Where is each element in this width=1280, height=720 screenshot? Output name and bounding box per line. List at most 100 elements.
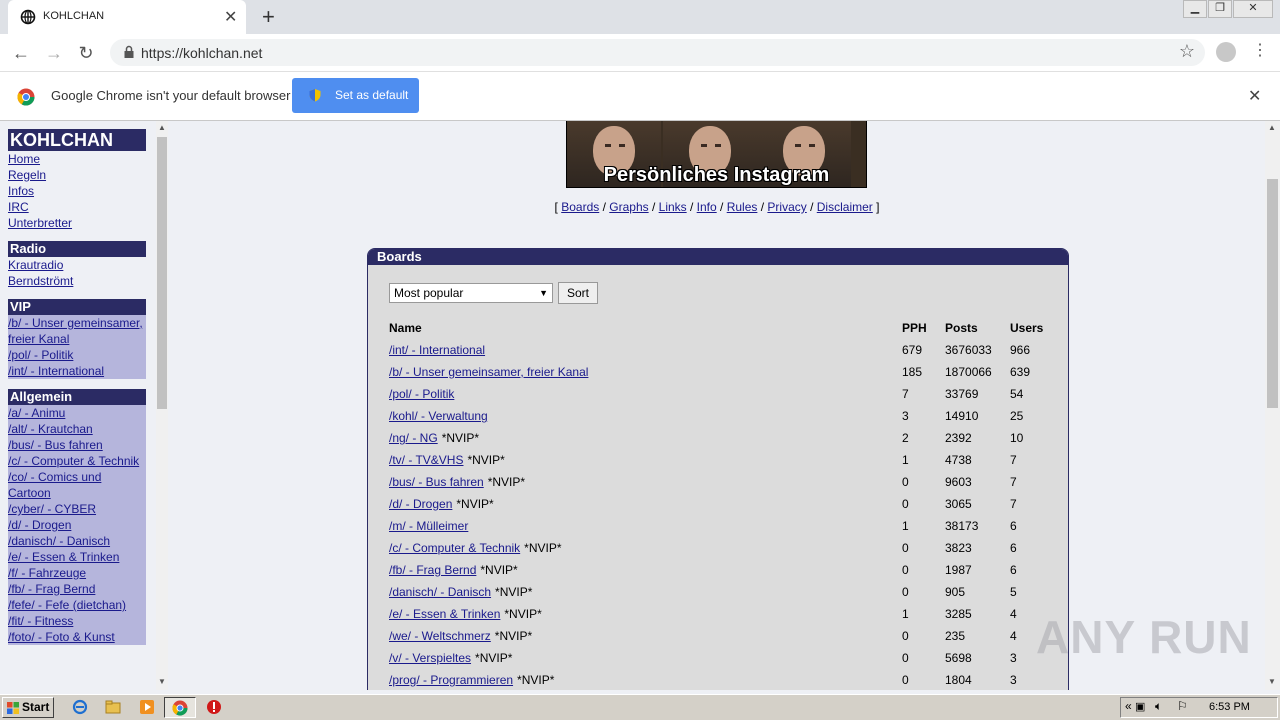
nav-link-boards[interactable]: Boards	[561, 200, 599, 214]
board-pph-cell: 0	[902, 585, 909, 599]
board-posts-cell: 235	[945, 629, 966, 643]
scroll-up-arrow-icon[interactable]: ▲	[158, 123, 166, 132]
sidebar-link[interactable]: /bus/ - Bus fahren	[8, 437, 146, 453]
tray-expand-icon[interactable]: «	[1125, 699, 1132, 713]
system-tray: « ▣ 🔈︎ ⚐ 6:53 PM	[1120, 697, 1278, 718]
sidebar-scroll-thumb[interactable]	[157, 137, 167, 409]
chrome-taskbar-button[interactable]	[164, 697, 196, 718]
board-link[interactable]: /int/ - International	[389, 343, 485, 357]
close-infobar-icon[interactable]: ✕	[1248, 86, 1261, 106]
sidebar-link[interactable]: /pol/ - Politik	[8, 347, 146, 363]
minimize-window-icon[interactable]: ▁	[1183, 0, 1207, 18]
page-scroll-thumb[interactable]	[1267, 179, 1278, 408]
start-button[interactable]: Start	[2, 697, 54, 718]
sidebar-link[interactable]: /b/ - Unser gemeinsamer, freier Kanal	[8, 315, 146, 347]
close-window-icon[interactable]: ✕	[1233, 0, 1273, 18]
board-link[interactable]: /b/ - Unser gemeinsamer, freier Kanal	[389, 365, 588, 379]
nav-link-rules[interactable]: Rules	[727, 200, 758, 214]
banner-image[interactable]: Persönliches Instagram	[566, 121, 867, 188]
sort-order-select[interactable]: Most popular ▼	[389, 283, 553, 303]
restore-window-icon[interactable]: ❐	[1208, 0, 1232, 18]
sidebar-link[interactable]: /c/ - Computer & Technik	[8, 453, 146, 469]
board-pph-cell: 0	[902, 475, 909, 489]
sidebar-link[interactable]: Infos	[8, 183, 146, 199]
sidebar-link[interactable]: /fefe/ - Fefe (dietchan)	[8, 597, 146, 613]
board-link[interactable]: /we/ - Weltschmerz	[389, 629, 491, 643]
sidebar-link[interactable]: Regeln	[8, 167, 146, 183]
board-link[interactable]: /fb/ - Frag Bernd	[389, 563, 476, 577]
sidebar-link[interactable]: /fb/ - Frag Bernd	[8, 581, 146, 597]
new-tab-icon[interactable]: +	[262, 4, 275, 30]
reload-icon[interactable]: ↻	[75, 42, 97, 64]
action-center-flag-icon[interactable]: ⚐	[1177, 699, 1188, 713]
board-link[interactable]: /e/ - Essen & Trinken	[389, 607, 500, 621]
board-link[interactable]: /bus/ - Bus fahren	[389, 475, 484, 489]
sidebar-link[interactable]: /int/ - International	[8, 363, 146, 379]
internet-explorer-icon[interactable]	[72, 699, 88, 715]
board-link[interactable]: /v/ - Verspieltes	[389, 651, 471, 665]
board-link[interactable]: /c/ - Computer & Technik	[389, 541, 520, 555]
sidebar-link[interactable]: Unterbretter	[8, 215, 146, 231]
board-link[interactable]: /pol/ - Politik	[389, 387, 454, 401]
browser-tab[interactable]: KOHLCHAN ✕	[8, 0, 246, 34]
sidebar-scrollbar[interactable]: ▲ ▼	[156, 121, 168, 690]
board-posts-cell: 9603	[945, 475, 972, 489]
board-link[interactable]: /prog/ - Programmieren	[389, 673, 513, 687]
board-link[interactable]: /danisch/ - Danisch	[389, 585, 491, 599]
sidebar-link[interactable]: /f/ - Fahrzeuge	[8, 565, 146, 581]
board-pph-cell: 0	[902, 651, 909, 665]
uac-shield-icon	[309, 89, 321, 102]
nav-link-graphs[interactable]: Graphs	[609, 200, 648, 214]
nav-link-privacy[interactable]: Privacy	[767, 200, 806, 214]
close-tab-icon[interactable]: ✕	[224, 7, 237, 27]
sidebar-link[interactable]: /co/ - Comics und Cartoon	[8, 469, 146, 501]
scroll-down-arrow-icon[interactable]: ▼	[158, 677, 166, 686]
sidebar-link[interactable]: /danisch/ - Danisch	[8, 533, 146, 549]
page-scrollbar[interactable]: ▲ ▼	[1265, 121, 1280, 690]
board-posts-cell: 5698	[945, 651, 972, 665]
sidebar-link[interactable]: Home	[8, 151, 146, 167]
nav-link-links[interactable]: Links	[659, 200, 687, 214]
sidebar-link[interactable]: /a/ - Animu	[8, 405, 146, 421]
board-link[interactable]: /d/ - Drogen	[389, 497, 452, 511]
board-link[interactable]: /m/ - Mülleimer	[389, 519, 468, 533]
profile-avatar-icon[interactable]	[1216, 42, 1236, 62]
sidebar-link[interactable]: Krautradio	[8, 257, 146, 273]
address-bar[interactable]: https://kohlchan.net ☆	[110, 39, 1205, 66]
board-link[interactable]: /kohl/ - Verwaltung	[389, 409, 488, 423]
volume-icon[interactable]: 🔈︎	[1155, 699, 1162, 714]
set-as-default-button[interactable]: Set as default	[292, 78, 419, 113]
board-users-cell: 6	[1010, 541, 1017, 555]
media-player-icon[interactable]	[139, 699, 155, 715]
board-tag: *NVIP*	[494, 629, 533, 643]
table-row: /prog/ - Programmieren *NVIP* 0 1804 3	[389, 669, 1050, 690]
board-link[interactable]: /ng/ - NG	[389, 431, 438, 445]
stop-sign-icon[interactable]	[206, 699, 222, 715]
sidebar-link[interactable]: /fit/ - Fitness	[8, 613, 146, 629]
windows-taskbar: Start « ▣ 🔈︎ ⚐ 6:53 PM	[0, 694, 1280, 720]
sidebar-link[interactable]: /d/ - Drogen	[8, 517, 146, 533]
sidebar-link[interactable]: /alt/ - Krautchan	[8, 421, 146, 437]
scroll-up-arrow-icon[interactable]: ▲	[1268, 123, 1276, 132]
board-users-cell: 7	[1010, 453, 1017, 467]
scroll-down-arrow-icon[interactable]: ▼	[1268, 677, 1276, 686]
bookmark-star-icon[interactable]: ☆	[1179, 41, 1195, 62]
folder-icon[interactable]	[105, 699, 121, 715]
sidebar-link[interactable]: IRC	[8, 199, 146, 215]
back-icon[interactable]: ←	[10, 42, 32, 64]
board-tag: *NVIP*	[517, 673, 555, 687]
taskbar-clock[interactable]: 6:53 PM	[1209, 701, 1250, 713]
sidebar-link[interactable]: /cyber/ - CYBER	[8, 501, 146, 517]
nav-link-info[interactable]: Info	[697, 200, 717, 214]
board-name-cell: /tv/ - TV&VHS *NVIP*	[389, 449, 902, 471]
sort-button[interactable]: Sort	[558, 282, 598, 304]
sidebar-link[interactable]: /foto/ - Foto & Kunst	[8, 629, 146, 645]
nav-link-disclaimer[interactable]: Disclaimer	[817, 200, 873, 214]
forward-icon[interactable]: →	[43, 42, 65, 64]
board-link[interactable]: /tv/ - TV&VHS	[389, 453, 463, 467]
network-icon[interactable]: ▣	[1135, 700, 1145, 713]
menu-icon[interactable]: ⋮	[1252, 40, 1268, 60]
sidebar-link[interactable]: /e/ - Essen & Trinken	[8, 549, 146, 565]
board-users-cell: 6	[1010, 563, 1017, 577]
sidebar-link[interactable]: Berndströmt	[8, 273, 146, 289]
